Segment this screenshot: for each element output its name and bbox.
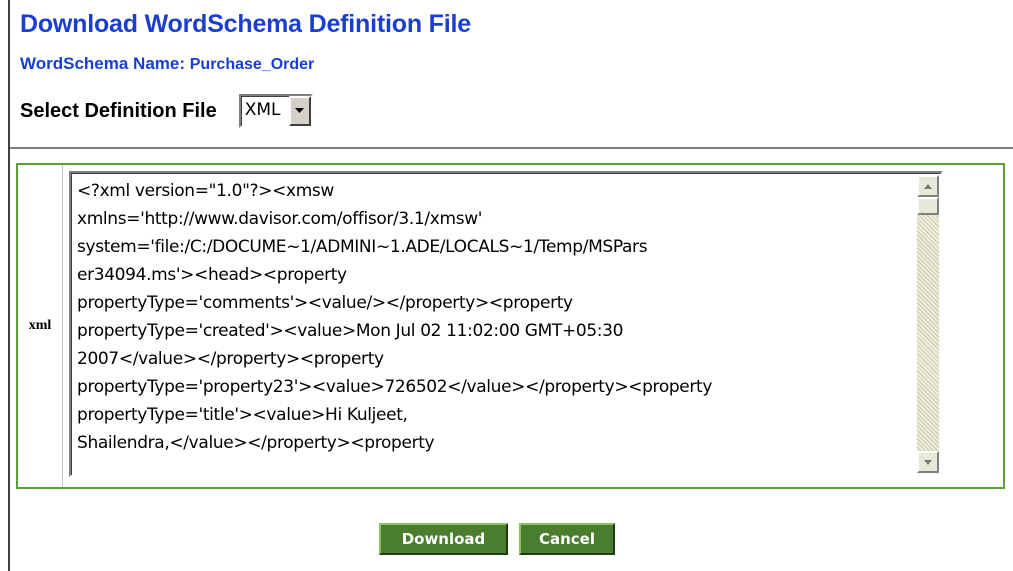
section-divider	[10, 147, 1013, 149]
definition-file-select[interactable]: XML	[238, 94, 313, 128]
xml-content-line: system='file:/C:/DOCUME~1/ADMINI~1.ADE/L…	[77, 237, 648, 257]
xml-content-line: er34094.ms'><head><property	[77, 265, 347, 285]
schema-name-line: WordSchema Name: Purchase_Order	[20, 54, 314, 74]
xml-content-line: 2007</value></property><property	[77, 349, 384, 369]
download-button[interactable]: Download	[379, 523, 508, 555]
page-title: Download WordSchema Definition File	[20, 10, 471, 38]
xml-content-line: propertyType='title'><value>Hi Kuljeet,	[77, 405, 408, 425]
xml-panel: xml <?xml version="1.0"?><xmsw xmlns='htt…	[16, 163, 1005, 489]
xml-label: xml	[28, 318, 52, 333]
definition-select-row: Select Definition File XML	[20, 93, 313, 129]
xml-content-textarea[interactable]: <?xml version="1.0"?><xmsw xmlns='http://…	[69, 171, 943, 477]
xml-cell: <?xml version="1.0"?><xmsw xmlns='http://…	[63, 165, 1003, 487]
xml-content-line: <?xml version="1.0"?><xmsw	[77, 181, 334, 201]
scroll-up-arrow-icon[interactable]	[917, 175, 939, 197]
scrollbar-thumb[interactable]	[917, 197, 939, 215]
cancel-button[interactable]: Cancel	[519, 523, 615, 555]
definition-select-value[interactable]: XML	[241, 96, 289, 126]
schema-name-label: WordSchema Name:	[20, 54, 186, 73]
xml-content-line: propertyType='created'><value>Mon Jul 02…	[77, 321, 624, 341]
textarea-scrollbar[interactable]	[917, 175, 939, 473]
definition-select-label: Select Definition File	[20, 99, 217, 122]
xml-content-line: propertyType='comments'><value/></proper…	[77, 293, 573, 313]
action-buttons: Download Cancel	[379, 523, 615, 555]
scroll-down-arrow-icon[interactable]	[917, 451, 939, 473]
xml-content-line: Shailendra,</value></property><property	[77, 433, 435, 453]
chevron-down-icon[interactable]	[288, 96, 311, 126]
xml-content-line: propertyType='property23'><value>726502<…	[77, 377, 713, 397]
xml-content-line: xmlns='http://www.davisor.com/offisor/3.…	[77, 209, 483, 229]
xml-content-text[interactable]: <?xml version="1.0"?><xmsw xmlns='http://…	[77, 177, 911, 473]
schema-name-value: Purchase_Order	[189, 56, 315, 73]
xml-label-cell: xml	[18, 165, 63, 487]
